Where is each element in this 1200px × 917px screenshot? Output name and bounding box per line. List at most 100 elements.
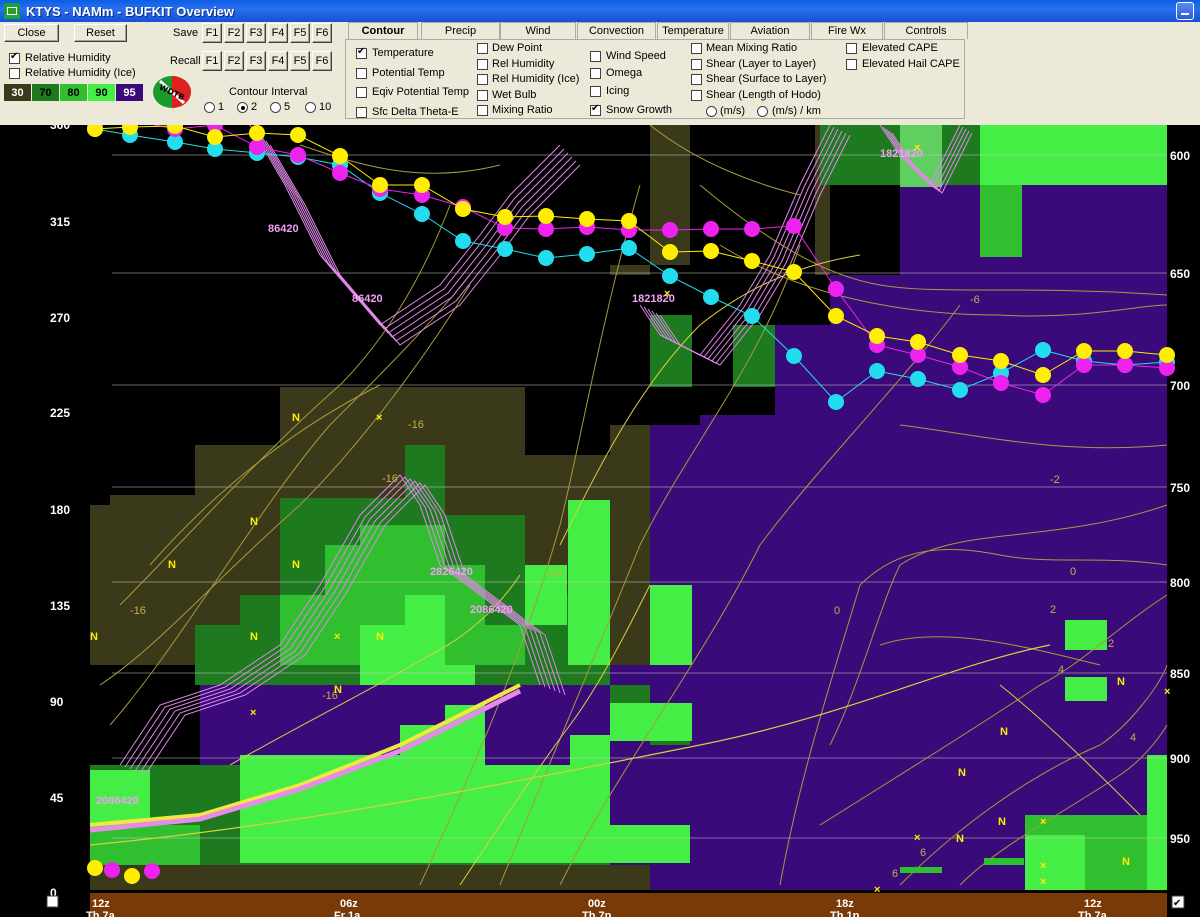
minimize-button[interactable] bbox=[1176, 2, 1194, 20]
mean-mixing-ratio-checkbox[interactable] bbox=[691, 43, 702, 54]
tab-temperature[interactable]: Temperature bbox=[657, 22, 729, 39]
left-axis-label: 180 bbox=[50, 503, 70, 517]
n-marker: N bbox=[168, 559, 176, 571]
yellow-series-point bbox=[744, 253, 760, 269]
tab-wind[interactable]: Wind bbox=[500, 22, 576, 39]
right-axis-label: 850 bbox=[1170, 667, 1190, 681]
yellow-series-point bbox=[207, 129, 223, 145]
sfc-delta-theta-e-checkbox[interactable] bbox=[356, 107, 367, 118]
recall-f3-button[interactable]: F3 bbox=[246, 51, 266, 71]
rel-humidity-checkbox[interactable] bbox=[477, 59, 488, 70]
rh-cell-small bbox=[900, 867, 942, 873]
shear-units-ms-radio[interactable] bbox=[706, 106, 717, 117]
cyan-series-point bbox=[786, 348, 802, 364]
contour-interval-label: Contour Interval bbox=[229, 86, 308, 98]
dew-point-checkbox[interactable] bbox=[477, 43, 488, 54]
tab-contour[interactable]: Contour bbox=[348, 22, 418, 39]
temperature-checkbox[interactable] bbox=[356, 46, 367, 59]
yellow-series-point bbox=[910, 334, 926, 350]
contour-label: -10 bbox=[546, 567, 562, 579]
save-f1-button[interactable]: F1 bbox=[202, 23, 222, 43]
time-axis-day: Th 7p bbox=[582, 910, 612, 917]
contour-interval-2-radio[interactable] bbox=[237, 102, 248, 113]
checkmark-icon: ✔ bbox=[1173, 898, 1181, 909]
close-button[interactable]: Close bbox=[4, 24, 59, 42]
app-icon bbox=[4, 3, 20, 19]
tab-fire-wx[interactable]: Fire Wx bbox=[811, 22, 883, 39]
snow-growth-label: 2086420 bbox=[470, 604, 513, 616]
contour-interval-1-radio[interactable] bbox=[204, 102, 215, 113]
contour-interval-1-label: 1 bbox=[218, 101, 225, 113]
contour-label: 2 bbox=[1108, 638, 1114, 650]
magenta-series-point bbox=[1117, 357, 1133, 373]
save-f3-button[interactable]: F3 bbox=[246, 23, 266, 43]
shear-units-mskm-radio[interactable] bbox=[757, 106, 768, 117]
elevated-hail-cape-checkbox[interactable] bbox=[846, 59, 857, 70]
tab-precip[interactable]: Precip bbox=[421, 22, 500, 39]
icing-checkbox[interactable] bbox=[590, 86, 601, 97]
time-axis-hour: 06z bbox=[340, 898, 358, 910]
yellow-series-point bbox=[1035, 367, 1051, 383]
time-axis-bar bbox=[90, 893, 1167, 917]
n-marker: N bbox=[998, 816, 1006, 828]
cyan-series-point bbox=[414, 206, 430, 222]
x-marker: × bbox=[1164, 686, 1170, 698]
save-f2-button[interactable]: F2 bbox=[224, 23, 244, 43]
rh-checkbox[interactable] bbox=[9, 51, 20, 64]
time-axis-day: Th 7a bbox=[86, 910, 116, 917]
bufkit-time-height-plot[interactable]: 6006507007508008509009503603152702251801… bbox=[0, 125, 1200, 917]
magenta-series-point bbox=[290, 147, 306, 163]
x-marker: × bbox=[664, 288, 670, 300]
rh-ice-checkbox[interactable] bbox=[9, 68, 20, 79]
eqiv-potential-temp-checkbox[interactable] bbox=[356, 87, 367, 98]
recall-f4-button[interactable]: F4 bbox=[268, 51, 288, 71]
recall-f1-button[interactable]: F1 bbox=[202, 51, 222, 71]
rh-80-cell bbox=[980, 185, 1022, 257]
n-marker: N bbox=[958, 767, 966, 779]
wet-bulb-checkbox[interactable] bbox=[477, 90, 488, 101]
contour-label: -2 bbox=[1050, 474, 1060, 486]
contour-label: 0 bbox=[1070, 566, 1076, 578]
recall-f2-button[interactable]: F2 bbox=[224, 51, 244, 71]
bottom-left-checkbox bbox=[46, 895, 59, 908]
yellow-series-point bbox=[497, 209, 513, 225]
right-axis-label: 800 bbox=[1170, 576, 1190, 590]
reset-button[interactable]: Reset bbox=[74, 24, 127, 42]
tab-convection[interactable]: Convection bbox=[577, 22, 656, 39]
contour-interval-10-radio[interactable] bbox=[305, 102, 316, 113]
magenta-series-point bbox=[249, 139, 265, 155]
wind-speed-label: Wind Speed bbox=[606, 50, 666, 62]
rh-legend-30: 30 bbox=[4, 84, 31, 101]
tab-controls[interactable]: Controls bbox=[884, 22, 968, 39]
x-marker: × bbox=[914, 832, 920, 844]
yellow-series-point bbox=[1159, 347, 1175, 363]
right-axis-label: 750 bbox=[1170, 481, 1190, 495]
rel-humidity-ice--checkbox[interactable] bbox=[477, 74, 488, 85]
contour-label: 2 bbox=[1050, 604, 1056, 616]
wind-speed-checkbox[interactable] bbox=[590, 51, 601, 62]
yellow-series-point bbox=[579, 211, 595, 227]
yellow-series-point bbox=[952, 347, 968, 363]
surface-point bbox=[104, 862, 120, 878]
shear-length-of-hodo--checkbox[interactable] bbox=[691, 90, 702, 101]
potential-temp-checkbox[interactable] bbox=[356, 68, 367, 79]
shear-surface-to-layer--checkbox[interactable] bbox=[691, 74, 702, 85]
recall-f6-button[interactable]: F6 bbox=[312, 51, 332, 71]
right-axis-label: 700 bbox=[1170, 379, 1190, 393]
snow-growth-checkbox[interactable] bbox=[590, 103, 601, 116]
yellow-series-point bbox=[786, 264, 802, 280]
wdtb-logo: WDTB bbox=[152, 75, 192, 109]
save-f4-button[interactable]: F4 bbox=[268, 23, 288, 43]
save-f5-button[interactable]: F5 bbox=[290, 23, 310, 43]
shear-layer-to-layer--checkbox[interactable] bbox=[691, 59, 702, 70]
recall-f5-button[interactable]: F5 bbox=[290, 51, 310, 71]
contour-interval-5-radio[interactable] bbox=[270, 102, 281, 113]
save-f6-button[interactable]: F6 bbox=[312, 23, 332, 43]
n-marker: N bbox=[1000, 726, 1008, 738]
mixing-ratio-checkbox[interactable] bbox=[477, 105, 488, 116]
contour-label: 4 bbox=[1130, 732, 1136, 744]
n-marker: N bbox=[334, 684, 342, 696]
tab-aviation[interactable]: Aviation bbox=[730, 22, 810, 39]
elevated-cape-checkbox[interactable] bbox=[846, 43, 857, 54]
omega-checkbox[interactable] bbox=[590, 68, 601, 79]
